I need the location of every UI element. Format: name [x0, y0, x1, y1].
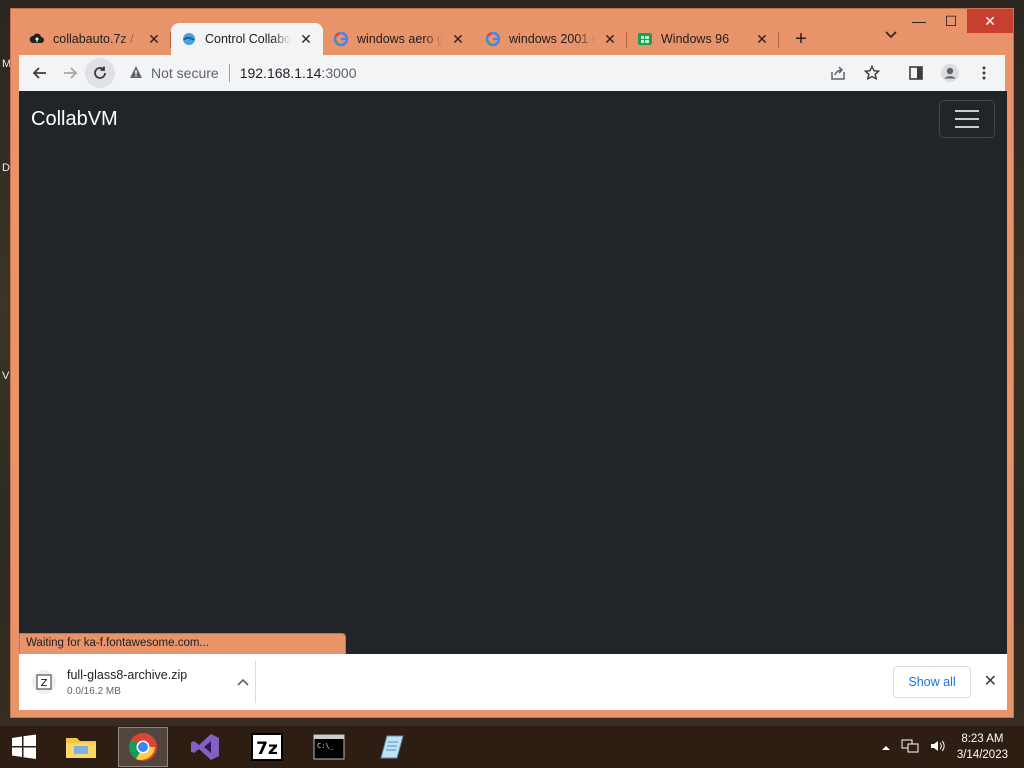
tab-control-collabvm[interactable]: Control Collabor ✕ [171, 23, 323, 55]
chrome-icon[interactable] [118, 727, 168, 767]
clock[interactable]: 8:23 AM 3/14/2023 [957, 731, 1008, 763]
close-icon[interactable]: ✕ [755, 31, 769, 48]
tab-title: windows aero g [357, 32, 443, 46]
network-icon[interactable] [901, 738, 919, 757]
star-icon [864, 65, 880, 81]
chevron-up-icon[interactable] [231, 675, 255, 689]
desktop-icon-label: V [2, 370, 10, 382]
download-filename: full-glass8-archive.zip [67, 667, 188, 682]
back-button[interactable] [25, 58, 55, 88]
windows-logo-icon [12, 734, 36, 759]
clock-date: 3/14/2023 [956, 749, 1008, 761]
chevron-down-icon[interactable] [885, 28, 897, 42]
browser-window: — ☐ ✕ collabauto.7z / o ✕ Control Collab… [10, 8, 1014, 718]
clock-time: 8:23 AM [961, 733, 1004, 745]
url-port: :3000 [321, 65, 357, 81]
security-indicator[interactable]: Not secure [123, 65, 229, 82]
google-icon [333, 31, 349, 47]
avatar-icon [941, 64, 959, 82]
omnibox-divider [228, 64, 230, 82]
address-bar[interactable]: Not secure 192.168.1.14:3000 [123, 58, 815, 88]
page-viewport: CollabVM [19, 91, 1007, 654]
side-panel-button[interactable] [901, 58, 931, 88]
url-host: 192.168.1.14 [239, 65, 322, 81]
browser-menu-button[interactable] [969, 58, 999, 88]
share-icon [831, 66, 845, 80]
share-button[interactable] [823, 58, 853, 88]
command-prompt-icon[interactable]: C:\_ [304, 727, 354, 767]
download-shelf: Z full-glass8-archive.zip 0.0/16.2 MB Sh… [19, 654, 1007, 710]
cmd-label: C:\_ [317, 742, 335, 750]
navbar-brand[interactable]: CollabVM [31, 108, 118, 131]
download-progress: 0.0/16.2 MB [67, 685, 121, 697]
warning-icon [129, 65, 143, 82]
close-icon[interactable]: ✕ [451, 31, 465, 48]
tab-windows-96[interactable]: Windows 96 ✕ [627, 23, 779, 55]
status-bubble: Waiting for ka-f.fontawesome.com... [19, 633, 346, 654]
kebab-menu-icon [982, 66, 986, 80]
taskbar: 7z C:\_ 8:23 AM 3/14/2023 [0, 726, 1024, 768]
7zip-icon[interactable]: 7z [242, 727, 292, 767]
google-icon [485, 31, 501, 47]
close-icon[interactable]: ✕ [147, 31, 161, 48]
side-panel-icon [909, 66, 923, 80]
profile-button[interactable] [935, 58, 965, 88]
tab-collabauto[interactable]: collabauto.7z / o ✕ [19, 23, 171, 55]
hamburger-menu-icon [955, 110, 979, 128]
tab-title: Control Collabor [205, 32, 291, 46]
chevron-up-icon[interactable] [881, 740, 891, 755]
download-item[interactable]: Z full-glass8-archive.zip 0.0/16.2 MB [19, 661, 256, 703]
tab-title: collabauto.7z / o [53, 32, 139, 46]
tab-windows-aero[interactable]: windows aero g ✕ [323, 23, 475, 55]
tab-strip: collabauto.7z / o ✕ Control Collabor ✕ w… [19, 21, 1013, 55]
tab-title: windows 2001 e [509, 32, 595, 46]
arrow-right-icon [64, 67, 78, 79]
arrow-left-icon [32, 67, 46, 79]
notepad-icon[interactable] [366, 727, 416, 767]
svg-text:Z: Z [41, 678, 48, 689]
collabvm-icon [181, 31, 197, 47]
windows96-icon [637, 31, 653, 47]
zip-archive-icon: Z [31, 669, 57, 695]
browser-toolbar: Not secure 192.168.1.14:3000 [19, 55, 1005, 91]
volume-icon[interactable] [929, 738, 947, 757]
new-tab-button[interactable]: + [783, 23, 819, 55]
security-label: Not secure [151, 65, 219, 81]
omnibox-actions [823, 58, 999, 88]
show-all-downloads-button[interactable]: Show all [893, 666, 971, 698]
tab-title: Windows 96 [661, 32, 730, 46]
file-explorer-icon[interactable] [56, 727, 106, 767]
close-icon[interactable]: ✕ [603, 31, 617, 48]
cloud-icon [29, 31, 45, 47]
reload-icon [94, 66, 106, 79]
desktop-icon-label: D [2, 162, 10, 174]
tab-windows-2001[interactable]: windows 2001 e ✕ [475, 23, 627, 55]
system-tray: 8:23 AM 3/14/2023 [881, 726, 1008, 768]
close-icon[interactable]: ✕ [984, 671, 997, 691]
visual-studio-icon[interactable] [180, 727, 230, 767]
start-button[interactable] [0, 726, 48, 768]
close-icon[interactable]: ✕ [299, 31, 313, 48]
7zip-label: 7z [256, 739, 278, 759]
reload-button[interactable] [85, 58, 115, 88]
forward-button[interactable] [55, 58, 85, 88]
bookmark-button[interactable] [857, 58, 887, 88]
navbar-toggle-button[interactable] [939, 100, 995, 138]
